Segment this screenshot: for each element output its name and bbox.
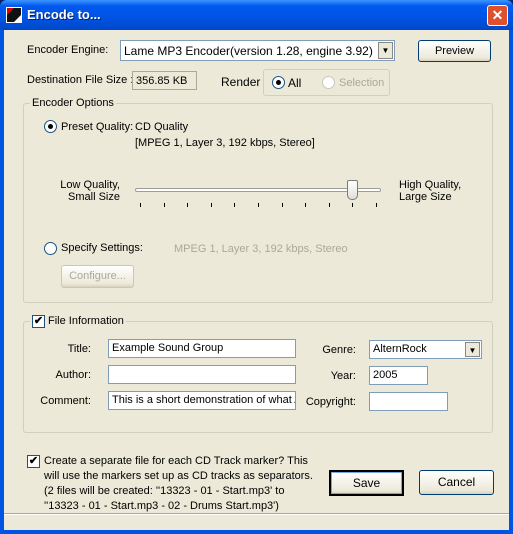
specify-settings-radio[interactable] <box>44 242 57 255</box>
separate-line1: Create a separate file for each CD Track… <box>44 455 308 467</box>
low-quality-line2: Small Size <box>68 191 120 203</box>
copyright-label: Copyright: <box>305 396 356 408</box>
configure-button[interactable]: Configure... <box>61 265 134 288</box>
separate-line2: will use the markers set up as CD tracks… <box>44 470 313 482</box>
dialog-window: Encode to... ✕ Encoder Engine: Lame MP3 … <box>0 0 513 534</box>
high-quality-label: High Quality, Large Size <box>399 179 461 203</box>
year-label: Year: <box>330 370 356 382</box>
file-information-title: File Information <box>48 315 124 327</box>
quality-slider-thumb[interactable] <box>347 180 359 200</box>
slider-tick <box>328 203 330 207</box>
slider-tick <box>376 203 377 207</box>
author-input[interactable] <box>108 365 296 384</box>
save-button[interactable]: Save <box>329 470 404 496</box>
slider-tick <box>352 203 354 207</box>
render-group: All Selection <box>263 69 390 96</box>
render-selection-radio[interactable] <box>322 76 335 89</box>
specify-settings-label[interactable]: Specify Settings: <box>61 242 143 254</box>
title-bar[interactable]: Encode to... ✕ <box>0 0 513 30</box>
separate-files-checkbox[interactable]: ✔ <box>27 455 40 468</box>
close-button[interactable]: ✕ <box>487 5 508 26</box>
high-quality-line1: High Quality, <box>399 179 462 191</box>
low-quality-line1: Low Quality, <box>60 179 120 191</box>
preview-button[interactable]: Preview <box>418 40 491 62</box>
cancel-button[interactable]: Cancel <box>419 470 494 495</box>
slider-tick <box>258 203 259 207</box>
encoder-options-group: Encoder Options Preset Quality: CD Quali… <box>23 97 493 303</box>
window-title: Encode to... <box>27 7 101 22</box>
slider-tick <box>305 203 307 207</box>
file-information-header: ✔ File Information <box>30 315 126 328</box>
file-information-group: ✔ File Information Title: Example Sound … <box>23 315 493 433</box>
render-all-radio[interactable] <box>272 76 285 89</box>
specify-settings-desc: MPEG 1, Layer 3, 192 kbps, Stereo <box>174 243 348 255</box>
genre-select[interactable]: AlternRock ▼ <box>369 340 482 359</box>
slider-tick <box>234 203 236 207</box>
high-quality-line2: Large Size <box>399 191 452 203</box>
render-label: Render <box>221 75 261 89</box>
low-quality-label: Low Quality, Small Size <box>60 179 120 203</box>
title-input[interactable]: Example Sound Group <box>108 339 296 358</box>
slider-tick <box>140 203 141 207</box>
copyright-input[interactable] <box>369 392 448 411</box>
file-information-checkbox[interactable]: ✔ <box>32 315 45 328</box>
preset-description: [MPEG 1, Layer 3, 192 kbps, Stereo] <box>135 137 315 149</box>
preset-quality-radio[interactable] <box>44 120 57 133</box>
slider-tick <box>281 203 283 207</box>
preset-name: CD Quality <box>135 121 189 133</box>
dialog-body: Encoder Engine: Lame MP3 Encoder(version… <box>4 30 509 530</box>
chevron-down-icon[interactable]: ▼ <box>378 42 393 59</box>
separate-line4: ''13323 - 01 - Start.mp3 - 02 - Drums St… <box>44 500 279 512</box>
app-icon <box>6 7 22 23</box>
year-input[interactable]: 2005 <box>369 366 428 385</box>
slider-tick <box>210 203 212 207</box>
comment-label: Comment: <box>40 395 91 407</box>
quality-slider-track[interactable] <box>135 188 381 192</box>
encoder-engine-value: Lame MP3 Encoder(version 1.28, engine 3.… <box>124 44 373 58</box>
preset-quality-label[interactable]: Preset Quality: <box>61 121 133 133</box>
slider-tick <box>163 203 165 207</box>
author-label: Author: <box>55 369 91 381</box>
destination-size-label: Destination File Size : <box>27 74 134 86</box>
separate-line3: (2 files will be created: ''13323 - 01 -… <box>44 485 285 497</box>
chevron-down-icon[interactable]: ▼ <box>465 342 480 357</box>
separate-files-text[interactable]: Create a separate file for each CD Track… <box>44 454 313 514</box>
status-bar <box>4 513 509 530</box>
genre-value: AlternRock <box>373 343 427 355</box>
title-label: Title: <box>67 343 91 355</box>
comment-input[interactable]: This is a short demonstration of what A <box>108 391 296 410</box>
render-selection-label[interactable]: Selection <box>339 77 384 89</box>
render-all-label[interactable]: All <box>288 76 301 90</box>
slider-tick <box>187 203 189 207</box>
encoder-engine-label: Encoder Engine: <box>27 44 109 56</box>
genre-label: Genre: <box>322 344 356 356</box>
encoder-options-title: Encoder Options <box>30 97 116 109</box>
encoder-engine-select[interactable]: Lame MP3 Encoder(version 1.28, engine 3.… <box>120 40 395 61</box>
destination-size-value: 356.85 KB <box>132 71 197 90</box>
